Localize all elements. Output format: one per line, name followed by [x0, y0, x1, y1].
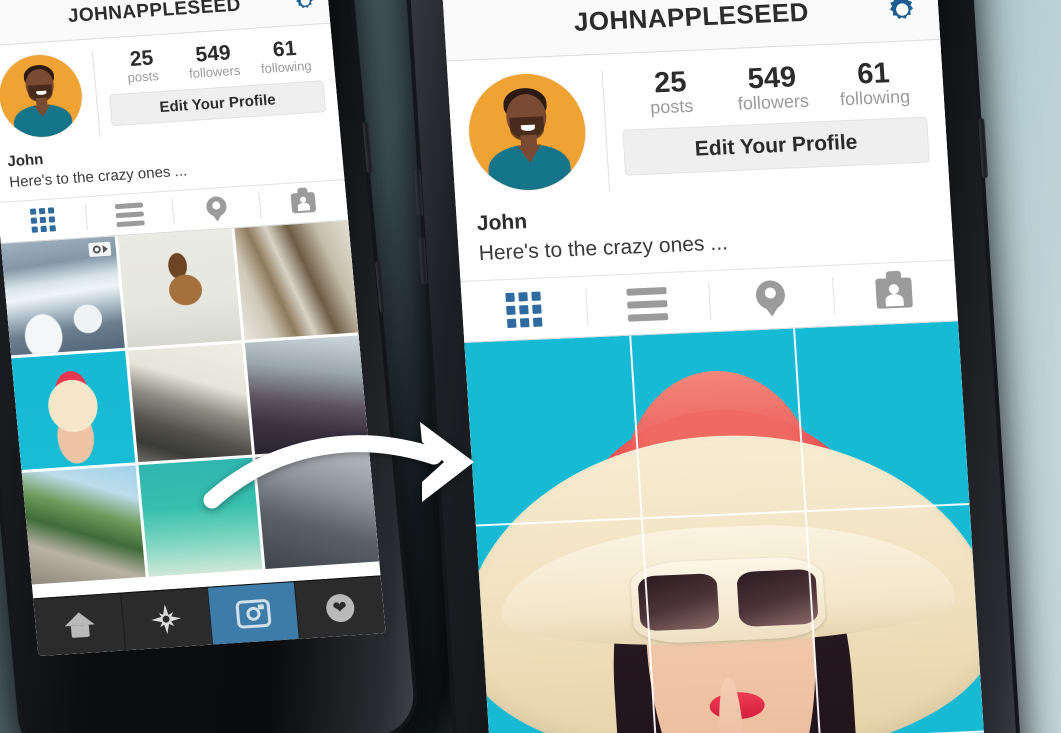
bottom-dock: ❤ — [33, 575, 386, 657]
tab-tagged[interactable] — [258, 180, 348, 226]
page-title: JOHNAPPLESEED — [573, 0, 810, 37]
photo-cell[interactable] — [234, 220, 359, 340]
tab-map[interactable] — [707, 266, 834, 331]
photo-cell[interactable] — [11, 350, 136, 470]
grid-icon — [29, 207, 56, 233]
photo-cell[interactable] — [244, 335, 369, 455]
stat-label: following — [839, 86, 911, 110]
gear-icon[interactable] — [883, 0, 921, 28]
video-badge-icon — [88, 241, 112, 258]
tab-grid[interactable] — [461, 277, 588, 342]
profile-header: 25 posts 549 followers 61 following Edit… — [446, 39, 950, 206]
stat-value: 25 — [653, 66, 688, 100]
stat-following[interactable]: 61 following — [822, 57, 927, 112]
map-pin-icon — [204, 195, 227, 222]
hero-photo — [464, 321, 989, 733]
tab-grid[interactable] — [0, 197, 88, 243]
profile-divider — [601, 70, 611, 193]
grid-icon — [505, 291, 543, 328]
list-icon — [114, 201, 145, 227]
hero-photo-container[interactable] — [464, 321, 989, 733]
left-phone-side-button-b[interactable] — [375, 260, 386, 313]
dock-item-explore[interactable] — [120, 588, 212, 651]
stat-posts[interactable]: 25 posts — [619, 66, 724, 121]
gear-icon[interactable] — [291, 0, 319, 15]
stat-label: followers — [188, 62, 241, 82]
avatar[interactable] — [465, 71, 589, 193]
edit-profile-button[interactable]: Edit Your Profile — [108, 80, 327, 127]
right-phone-volume-up-button[interactable] — [414, 168, 424, 217]
stat-followers[interactable]: 549 followers — [176, 41, 251, 82]
photo-cell[interactable] — [138, 457, 263, 577]
right-phone-power-button[interactable] — [978, 118, 989, 179]
camera-icon — [234, 598, 272, 629]
photo-grid — [0, 220, 380, 585]
edit-profile-button[interactable]: Edit Your Profile — [622, 116, 930, 176]
tab-tagged[interactable] — [831, 260, 958, 325]
stat-label: posts — [649, 96, 694, 119]
dock-item-home[interactable] — [33, 594, 125, 657]
photo-cell[interactable] — [117, 228, 242, 348]
stats-row: 25 posts 549 followers 61 following — [619, 57, 927, 120]
left-phone-side-button-a[interactable] — [362, 121, 374, 174]
stat-posts[interactable]: 25 posts — [105, 46, 180, 87]
id-card-icon — [875, 270, 914, 309]
heart-icon: ❤ — [324, 592, 356, 623]
list-icon — [626, 286, 669, 322]
right-phone-device: JOHNAPPLESEED 25 posts 549 followers 61 … — [400, 0, 1030, 733]
left-phone-screen: JOHNAPPLESEED 25 posts 549 followers 61 … — [0, 0, 386, 657]
photo-cell[interactable] — [0, 236, 125, 356]
stats-row: 25 posts 549 followers 61 following — [105, 36, 323, 86]
map-pin-icon — [755, 279, 787, 317]
id-card-icon — [290, 187, 316, 214]
profile-divider — [91, 51, 101, 138]
stat-following[interactable]: 61 following — [248, 36, 323, 77]
right-phone-volume-down-button[interactable] — [418, 236, 428, 285]
dock-item-activity[interactable]: ❤ — [294, 576, 386, 639]
dock-item-camera[interactable] — [206, 582, 299, 645]
stat-label: following — [260, 58, 313, 77]
left-phone-device: JOHNAPPLESEED 25 posts 549 followers 61 … — [0, 0, 422, 733]
tab-map[interactable] — [171, 186, 261, 232]
home-icon — [63, 611, 95, 638]
avatar[interactable] — [0, 52, 86, 140]
compass-icon — [150, 603, 183, 635]
photo-cell[interactable] — [21, 465, 146, 585]
right-phone-screen: JOHNAPPLESEED 25 posts 549 followers 61 … — [442, 0, 989, 733]
photo-cell[interactable] — [255, 449, 380, 569]
stat-value: 61 — [856, 57, 891, 91]
stat-followers[interactable]: 549 followers — [720, 61, 825, 116]
photo-cell[interactable] — [128, 343, 253, 463]
page-title: JOHNAPPLESEED — [67, 0, 242, 27]
tab-list[interactable] — [84, 192, 174, 238]
stat-label: followers — [737, 91, 810, 115]
tab-list[interactable] — [584, 271, 711, 336]
